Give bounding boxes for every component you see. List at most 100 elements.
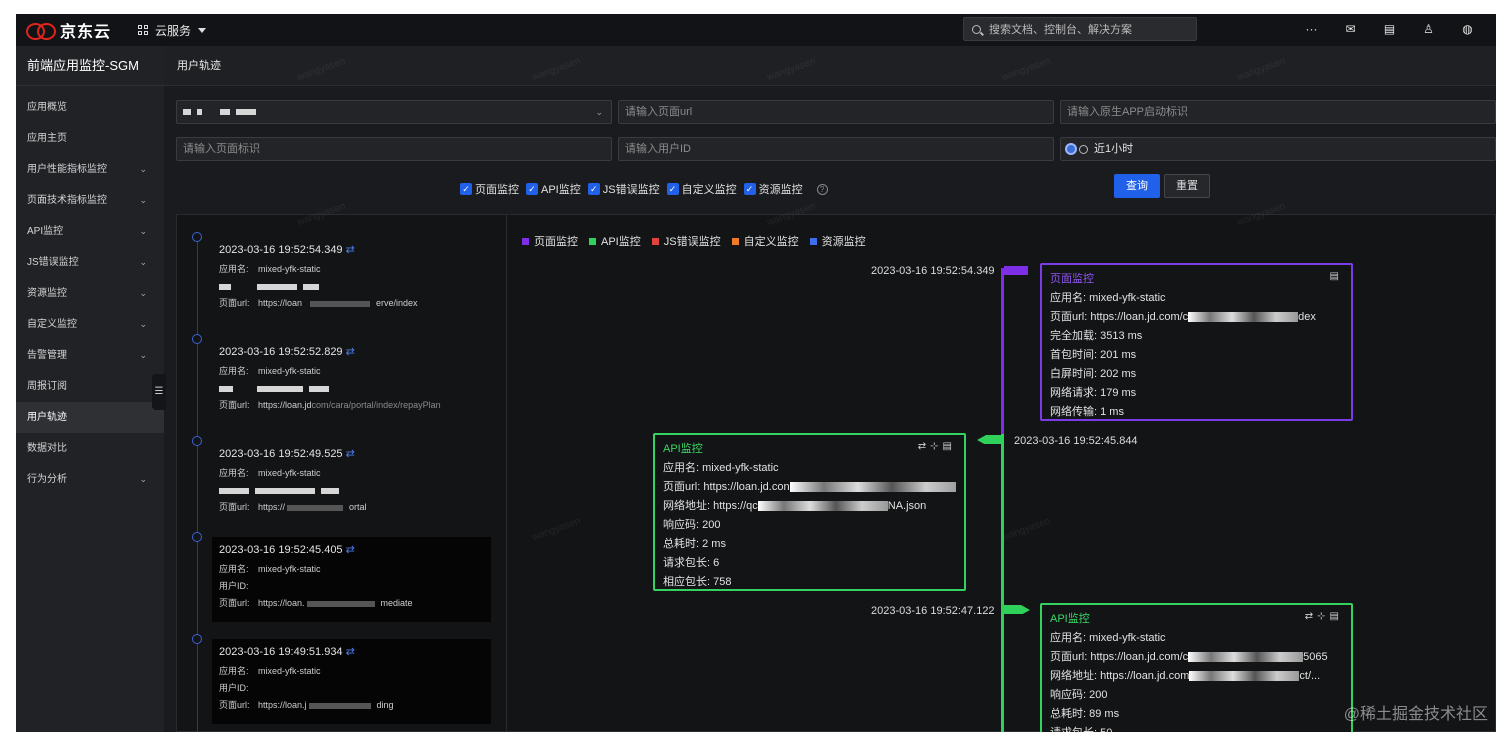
timeline-panel: 页面监控 API监控 JS错误监控 自定义监控 资源监控 2023-03-16 … [507,215,1496,732]
sidebar-item-user-perf[interactable]: 用户性能指标监控 ⌄ [16,154,164,185]
checkbox-resource[interactable]: ✓ 资源监控 [743,181,803,197]
user-id-input[interactable]: 请输入用户ID [618,137,1054,161]
switch-icon[interactable]: ⇄ [346,646,355,658]
legend-item-page[interactable]: 页面监控 [522,233,578,249]
card-action-icons[interactable]: ⇄⊹▤ [1305,611,1343,622]
sidebar-item-behavior[interactable]: 行为分析 ⌄ [16,464,164,495]
timeline-dot [192,634,202,644]
list-item[interactable]: 2023-03-16 19:49:51.934 ⇄ 应用名: mixed-yfk-s… [192,634,491,724]
sidebar-collapse-icon[interactable]: ☰ [152,374,166,410]
app-select[interactable]: ⌄ [176,100,612,124]
logo[interactable]: 京东云 [26,18,126,42]
sidebar-item-api[interactable]: API监控 ⌄ [16,216,164,247]
app-value: mixed-yfk-static [258,666,321,676]
legend-item-resource[interactable]: 资源监控 [809,233,866,249]
redacted-value [220,109,230,116]
sidebar-item-home[interactable]: 应用主页 [16,123,164,154]
timeline-dot [192,334,202,344]
redacted-value [236,109,256,116]
url-value: https://loan.j [258,700,307,710]
user-id-label: 用户ID: [219,683,249,693]
sidebar-item-compare[interactable]: 数据对比 [16,433,164,464]
checkbox-api[interactable]: ✓ API监控 [526,181,581,197]
global-search[interactable]: 搜索文档、控制台、解决方案 [963,17,1197,41]
caret-down-icon [198,27,207,33]
checkbox-page[interactable]: ✓ 页面监控 [460,181,519,197]
switch-icon[interactable]: ⇄ [346,346,355,358]
timeline-dot [192,232,202,242]
sidebar-item-js-error[interactable]: JS错误监控 ⌄ [16,247,164,278]
event-time: 2023-03-16 19:52:52.829 [219,346,343,358]
checkbox-js-error[interactable]: ✓ JS错误监控 [587,181,660,197]
sidebar-item-user-track[interactable]: 用户轨迹 [16,402,164,433]
checkbox-custom[interactable]: ✓ 自定义监控 [666,181,737,197]
more-icon[interactable]: ··· [1292,20,1331,38]
page-monitor-card[interactable]: ▤ 页面监控 应用名: mixed-yfk-static 页面url: http… [1040,263,1353,421]
api-monitor-card[interactable]: ⇄⊹▤ API监控 应用名: mixed-yfk-static 页面url: h… [653,433,966,591]
redacted-value [308,702,371,709]
list-item[interactable]: 2023-03-16 19:52:49.525 ⇄ 应用名: mixed-yfk-s… [192,436,491,526]
globe-icon[interactable]: ◍ [1448,20,1487,38]
sidebar-item-alert[interactable]: 告警管理 ⌄ [16,340,164,371]
checkbox-label: JS错误监控 [602,184,660,196]
tick-time: 2023-03-16 19:52:45.844 [1014,435,1138,447]
redacted-value [183,109,191,116]
legend-item-custom[interactable]: 自定义监控 [731,233,799,249]
app-label: 应用名: [219,564,249,574]
sidebar-title: 前端应用监控-SGM [16,46,164,86]
sidebar-item-label: 行为分析 [27,474,67,485]
timeline-axis-page [1001,268,1004,434]
card-row: 网络地址: https://qc NA.json [663,497,956,516]
site-watermark: @稀土掘金技术社区 [1343,706,1488,723]
card-row: 白屏时间: 202 ms [1050,368,1137,380]
detail-icon[interactable]: ▤ [1330,271,1343,282]
switch-icon[interactable]: ⇄ [346,544,355,556]
shirt-icon[interactable]: ♙ [1409,20,1448,38]
redacted-value [757,501,888,512]
mail-icon[interactable]: ✉ [1331,20,1370,38]
legend-label: 页面监控 [534,236,578,248]
sidebar-item-label: 告警管理 [27,350,67,361]
time-range-picker[interactable]: 近1小时 [1060,137,1496,161]
sidebar-item-weekly[interactable]: 周报订阅 [16,371,164,402]
list-item[interactable]: 2023-03-16 19:52:54.349 ⇄ 应用名: mixed-yfk-s… [192,232,491,322]
redacted-value [321,487,339,494]
sidebar-item-overview[interactable]: 应用概览 [16,92,164,123]
tick-time: 2023-03-16 19:52:47.122 [871,605,995,617]
user-icon[interactable]: ☺ [1487,20,1496,38]
native-app-input[interactable]: 请输入原生APP启动标识 [1060,100,1496,124]
sidebar-item-custom[interactable]: 自定义监控 ⌄ [16,309,164,340]
checkbox-label: 自定义监控 [681,184,737,196]
url-label: 页面url: [219,298,250,308]
ticket-icon[interactable]: ▤ [1370,20,1409,38]
sidebar-item-label: 自定义监控 [27,319,77,330]
switch-icon[interactable]: ⇄ [346,448,355,460]
chevron-down-icon: ⌄ [139,319,147,329]
sidebar-item-resource[interactable]: 资源监控 ⌄ [16,278,164,309]
sidebar-item-label: 资源监控 [27,288,67,299]
track-content: 2023-03-16 19:52:54.349 ⇄ 应用名: mixed-yfk-s… [176,214,1496,732]
list-item[interactable]: 2023-03-16 19:52:45.405 ⇄ 应用名: mixed-yfk-s… [192,532,491,622]
page-tag-input[interactable]: 请输入页面标识 [176,137,612,161]
sidebar-item-page-tech[interactable]: 页面技术指标监控 ⌄ [16,185,164,216]
url-value: 页面url: https://loan.jd.com/c [1050,651,1189,663]
redacted-value [219,283,231,290]
cloud-service-menu[interactable]: 云服务 [138,22,207,39]
list-item[interactable]: 2023-03-16 19:52:52.829 ⇄ 应用名: mixed-yfk-s… [192,334,491,424]
card-action-icons[interactable]: ⇄⊹▤ [918,441,956,452]
legend-item-js-error[interactable]: JS错误监控 [651,233,721,249]
page-url-input[interactable]: 请输入页面url [618,100,1054,124]
grid-icon [138,25,148,35]
card-row: 总耗时: 2 ms [663,538,726,550]
chevron-down-icon: ⌄ [139,288,147,298]
event-time: 2023-03-16 19:49:51.934 [219,646,343,658]
switch-icon[interactable]: ⇄ [346,244,355,256]
cloud-service-label: 云服务 [155,23,192,38]
reset-button[interactable]: 重置 [1164,174,1210,198]
query-button[interactable]: 查询 [1114,174,1160,198]
redacted-value [309,385,329,392]
app-value: mixed-yfk-static [258,264,321,274]
legend-item-api[interactable]: API监控 [589,233,641,249]
api-monitor-card[interactable]: ⇄⊹▤ API监控 应用名: mixed-yfk-static 页面url: h… [1040,603,1353,732]
help-icon[interactable]: ? [816,183,828,195]
